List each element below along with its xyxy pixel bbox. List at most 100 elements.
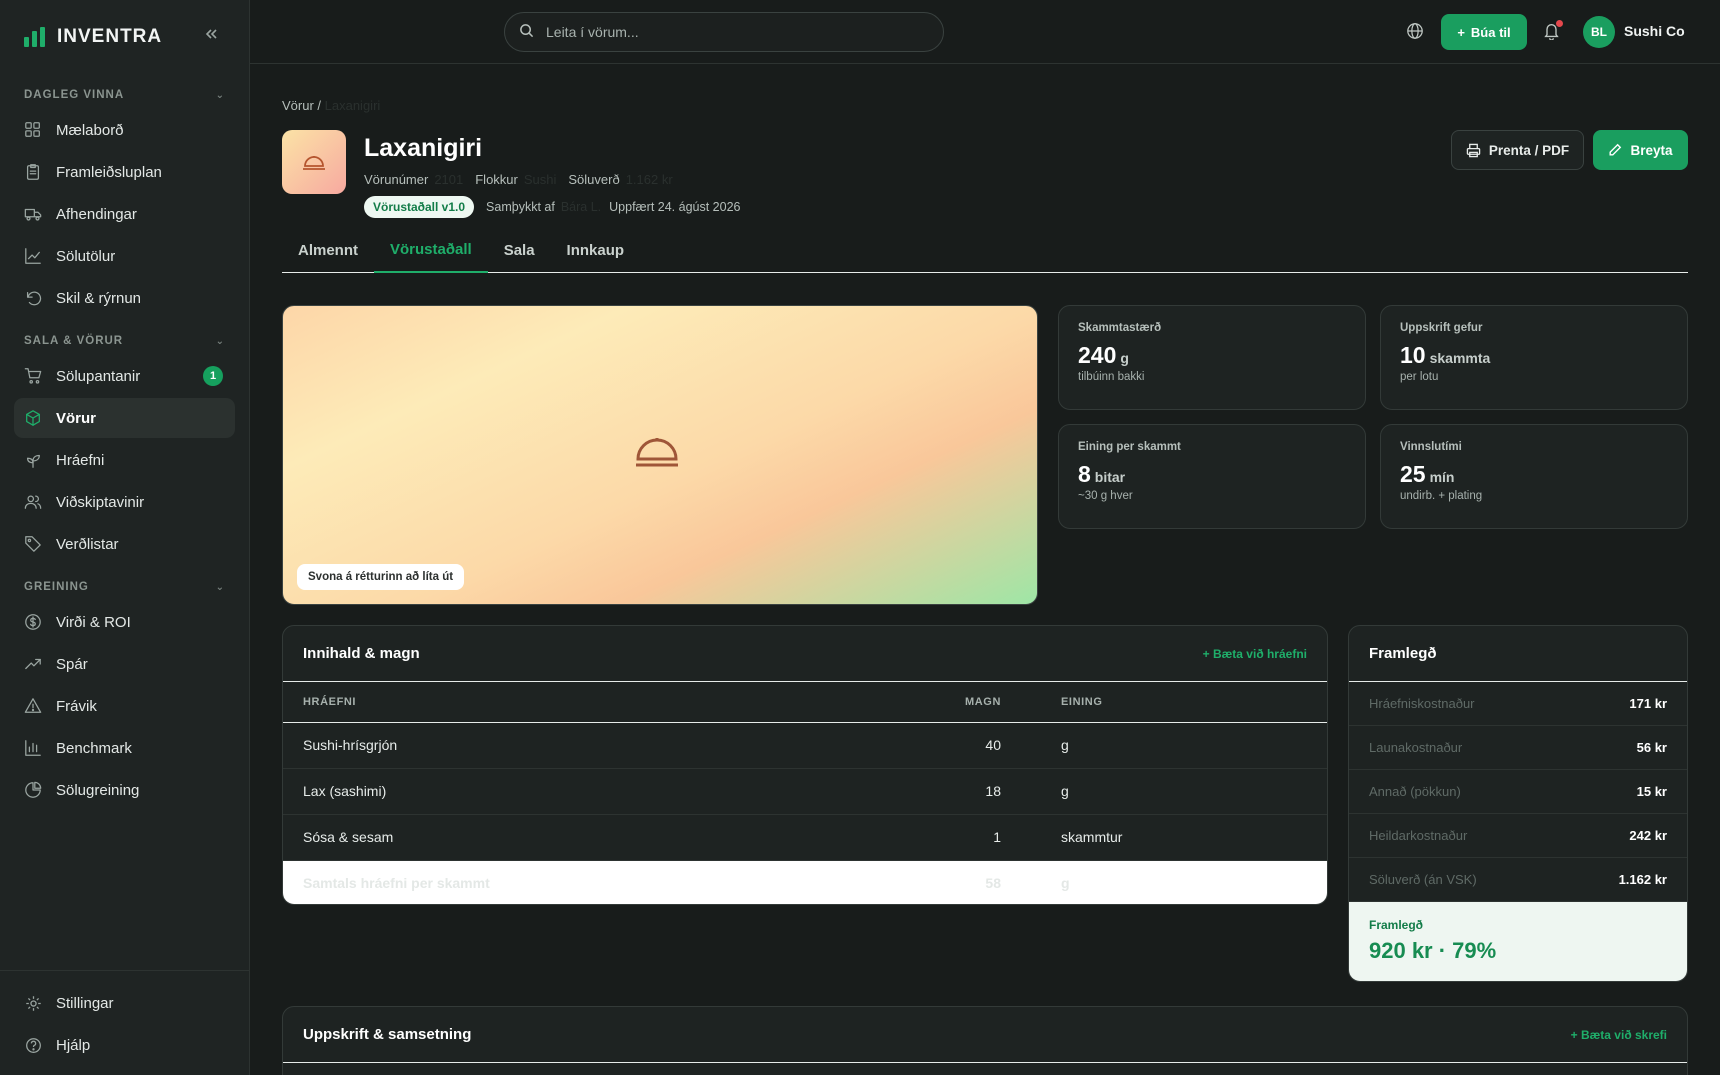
sidebar-item-stillingar[interactable]: Stillingar bbox=[14, 983, 235, 1023]
sidebar-item-label: Framleiðsluplan bbox=[56, 163, 162, 181]
margin-row: Hráefniskostnaður 171 kr bbox=[1349, 682, 1687, 726]
breadcrumb-root[interactable]: Vörur / bbox=[282, 98, 321, 113]
margin-label: Annað (pökkun) bbox=[1369, 784, 1461, 799]
meta-label: Vörunúmer bbox=[364, 172, 429, 187]
create-button[interactable]: + Búa til bbox=[1441, 14, 1527, 50]
meta-value: Sushi bbox=[523, 172, 557, 187]
margin-value: 1.162 kr bbox=[1618, 872, 1667, 887]
warning-icon bbox=[24, 697, 42, 715]
margin-label: Heildarkostnaður bbox=[1369, 828, 1468, 843]
stat-value: 10 skammta bbox=[1400, 342, 1491, 368]
breadcrumb-current: Laxanigiri bbox=[324, 98, 381, 113]
tab-almennt[interactable]: Almennt bbox=[282, 227, 374, 273]
pencil-icon bbox=[1609, 143, 1622, 156]
tab-sala[interactable]: Sala bbox=[488, 227, 551, 273]
sidebar-item-spár[interactable]: Spár bbox=[14, 644, 235, 684]
sidebar-item-viðskiptavinir[interactable]: Viðskiptavinir bbox=[14, 482, 235, 522]
product-thumbnail bbox=[282, 130, 346, 194]
approved-label: Samþykkt af bbox=[486, 200, 555, 214]
stat-value: 8 bitar bbox=[1078, 461, 1126, 487]
sidebar-item-label: Verðlistar bbox=[56, 535, 119, 553]
sidebar-item-sölugreining[interactable]: Sölugreining bbox=[14, 770, 235, 810]
sidebar-item-vörur[interactable]: Vörur bbox=[14, 398, 235, 438]
edit-label: Breyta bbox=[1630, 142, 1673, 158]
stat-sub: undirb. + plating bbox=[1400, 490, 1483, 502]
avatar[interactable]: BL bbox=[1583, 16, 1615, 48]
margin-value: 171 kr bbox=[1629, 696, 1667, 711]
main: Leita í vörum... + Búa til BL Sushi Co Vö… bbox=[250, 0, 1720, 1075]
cell-ingredient: Lax (sashimi) bbox=[283, 768, 841, 815]
table-row[interactable]: Sósa & sesam 1 skammtur bbox=[283, 814, 1327, 861]
margin-row: Söluverð (án VSK) 1.162 kr bbox=[1349, 858, 1687, 902]
sidebar-bottom: Stillingar Hjálp bbox=[0, 970, 249, 1075]
sidebar-item-label: Frávik bbox=[56, 697, 97, 715]
sidebar-item-skil-rýrnun[interactable]: Skil & rýrnun bbox=[14, 278, 235, 318]
margin-header: Framlegð bbox=[1349, 626, 1687, 682]
sidebar-item-label: Mælaborð bbox=[56, 121, 124, 139]
sidebar-item-frávik[interactable]: Frávik bbox=[14, 686, 235, 726]
sidebar-item-hráefni[interactable]: Hráefni bbox=[14, 440, 235, 480]
help-icon bbox=[24, 1036, 42, 1054]
tab-vorustadall[interactable]: Vörustaðall bbox=[374, 227, 488, 273]
stat-card-time: Vinnslutími 25 mín undirb. + plating bbox=[1380, 424, 1688, 529]
sidebar-item-verðlistar[interactable]: Verðlistar bbox=[14, 524, 235, 564]
bar-chart-icon bbox=[24, 739, 42, 757]
sidebar-item-label: Viðskiptavinir bbox=[56, 493, 145, 511]
search-box[interactable]: Leita í vörum... bbox=[504, 12, 944, 52]
cell-amount: 18 bbox=[841, 768, 1041, 815]
sidebar-item-label: Benchmark bbox=[56, 739, 132, 757]
margin-value: 15 kr bbox=[1636, 784, 1667, 799]
sidebar-item-framleiðsluplan[interactable]: Framleiðsluplan bbox=[14, 152, 235, 192]
cell-unit: skammtur bbox=[1041, 814, 1327, 861]
trend-icon bbox=[24, 655, 42, 673]
tab-innkaup[interactable]: Innkaup bbox=[551, 227, 641, 273]
add-ingredient-link[interactable]: + Bæta við hráefni bbox=[1203, 647, 1307, 661]
margin-summary-value: 920 kr · 79% bbox=[1369, 938, 1497, 963]
product-meta: Vörunúmer 2101 Flokkur Sushi Söluverð 1.162… bbox=[364, 172, 685, 187]
stat-value: 240 g bbox=[1078, 342, 1129, 368]
clipboard-icon bbox=[24, 163, 42, 181]
globe-icon[interactable] bbox=[1406, 22, 1424, 45]
stat-card-yield: Uppskrift gefur 10 skammta per lotu bbox=[1380, 305, 1688, 410]
search-input[interactable]: Leita í vörum... bbox=[546, 24, 639, 40]
cloche-icon bbox=[633, 432, 681, 477]
brand-name: INVENTRA bbox=[57, 26, 163, 47]
table-row[interactable]: Sushi-hrísgrjón 40 g bbox=[283, 722, 1327, 769]
sidebar-section-title[interactable]: DAGLEG VINNA ⌄ bbox=[0, 84, 249, 106]
breadcrumb: Vörur / Laxanigiri bbox=[282, 98, 380, 113]
chevron-down-icon: ⌄ bbox=[215, 89, 225, 101]
sprout-icon bbox=[24, 451, 42, 469]
collapse-sidebar-icon[interactable] bbox=[203, 26, 219, 47]
topbar: Leita í vörum... + Búa til BL Sushi Co bbox=[250, 0, 1720, 64]
sidebar-item-sölupantanir[interactable]: Sölupantanir 1 bbox=[14, 356, 235, 396]
sidebar-item-label: Hráefni bbox=[56, 451, 105, 469]
print-pdf-button[interactable]: Prenta / PDF bbox=[1451, 130, 1584, 170]
edit-button[interactable]: Breyta bbox=[1593, 130, 1688, 170]
sidebar-section-title[interactable]: SALA & VÖRUR ⌄ bbox=[0, 330, 249, 352]
meta-value: 2101 bbox=[434, 172, 464, 187]
margin-row: Annað (pökkun) 15 kr bbox=[1349, 770, 1687, 814]
sidebar-section-title[interactable]: GREINING ⌄ bbox=[0, 576, 249, 598]
cell-ingredient: Sósa & sesam bbox=[283, 814, 841, 861]
sidebar-item-hjalp[interactable]: Hjálp bbox=[14, 1025, 235, 1065]
add-step-link[interactable]: + Bæta við skrefi bbox=[1571, 1028, 1667, 1042]
ingredients-title: Innihald & magn bbox=[303, 645, 420, 662]
chevron-down-icon: ⌄ bbox=[215, 335, 225, 347]
meta-label: Flokkur bbox=[475, 172, 518, 187]
stat-label: Uppskrift gefur bbox=[1400, 322, 1483, 334]
sidebar-item-sölutölur[interactable]: Sölutölur bbox=[14, 236, 235, 276]
status-badge: Vörustaðall v1.0 bbox=[364, 196, 475, 218]
tag-icon bbox=[24, 535, 42, 553]
sidebar-item-benchmark[interactable]: Benchmark bbox=[14, 728, 235, 768]
sidebar-item-afhendingar[interactable]: Afhendingar bbox=[14, 194, 235, 234]
cell-unit: g bbox=[1041, 768, 1327, 815]
table-row[interactable]: Lax (sashimi) 18 g bbox=[283, 768, 1327, 815]
sidebar-item-virði-roi[interactable]: Virði & ROI bbox=[14, 602, 235, 642]
sidebar-item-label: Sölutölur bbox=[56, 247, 116, 265]
stat-label: Eining per skammt bbox=[1078, 441, 1181, 453]
ingredients-table: HRÁEFNI MAGN EINING Sushi-hrísgrjón 40 g L… bbox=[283, 682, 1327, 904]
sidebar-item-mælaborð[interactable]: Mælaborð bbox=[14, 110, 235, 150]
notification-bell-icon[interactable] bbox=[1543, 20, 1563, 45]
user-name[interactable]: Sushi Co bbox=[1624, 23, 1685, 39]
print-label: Prenta / PDF bbox=[1488, 142, 1570, 158]
